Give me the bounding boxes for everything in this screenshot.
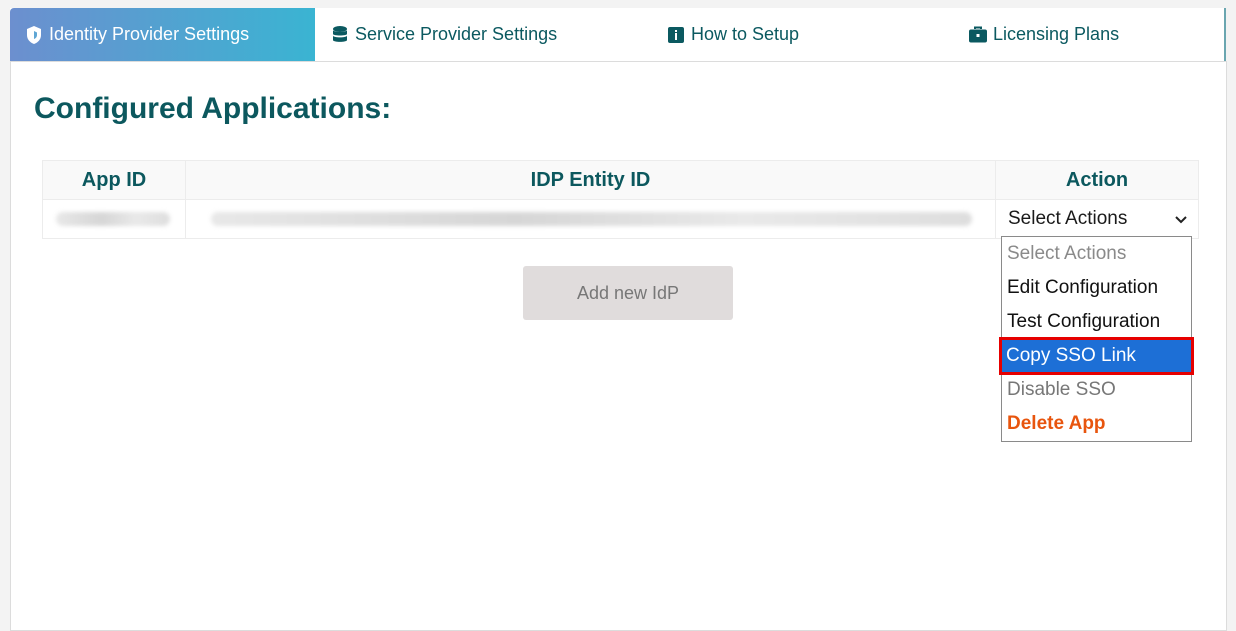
table-header-row: App ID IDP Entity ID Action — [42, 160, 1199, 200]
column-header-idp-entity-id: IDP Entity ID — [185, 160, 996, 200]
column-header-action: Action — [995, 160, 1199, 200]
select-actions-dropdown[interactable]: Select Actions — [997, 208, 1197, 230]
tab-label: Identity Provider Settings — [49, 24, 250, 44]
tab-label: Service Provider Settings — [355, 24, 558, 44]
app-id-cell — [42, 199, 186, 239]
tab-licensing-plans[interactable]: Licensing Plans — [968, 8, 1208, 61]
redacted-app-id — [56, 212, 170, 226]
option-delete-app[interactable]: Delete App — [1002, 407, 1191, 441]
tab-identity-provider-settings[interactable]: Identity Provider Settings — [10, 8, 315, 61]
actions-dropdown-menu: Select Actions Edit Configuration Test C… — [999, 236, 1194, 442]
option-disable-sso[interactable]: Disable SSO — [1002, 373, 1191, 407]
tab-label: How to Setup — [691, 24, 800, 44]
tab-how-to-setup[interactable]: How to Setup — [666, 8, 926, 61]
page-title: Configured Applications: — [34, 92, 392, 125]
tab-bar: Identity Provider Settings Service Provi… — [10, 8, 1226, 61]
configured-apps-table: App ID IDP Entity ID Action Select Actio… — [42, 160, 1199, 239]
tab-label: Licensing Plans — [993, 24, 1120, 44]
option-test-configuration[interactable]: Test Configuration — [1002, 305, 1191, 339]
option-select-actions[interactable]: Select Actions — [1002, 237, 1191, 271]
add-new-idp-button[interactable]: Add new IdP — [523, 266, 733, 320]
option-copy-sso-link[interactable]: Copy SSO Link — [999, 337, 1194, 375]
info-icon — [666, 25, 686, 45]
select-actions-value: Select Actions — [1008, 208, 1128, 229]
shield-icon — [24, 25, 44, 45]
database-icon — [330, 25, 350, 45]
chevron-down-icon — [1175, 211, 1187, 227]
tab-service-provider-settings[interactable]: Service Provider Settings — [330, 8, 630, 61]
action-cell: Select Actions — [995, 199, 1199, 239]
column-header-app-id: App ID — [42, 160, 186, 200]
briefcase-icon — [968, 25, 988, 45]
table-row: Select Actions — [42, 199, 1199, 239]
option-edit-configuration[interactable]: Edit Configuration — [1002, 271, 1191, 305]
redacted-idp-entity-id — [211, 212, 972, 226]
idp-entity-id-cell — [185, 199, 996, 239]
